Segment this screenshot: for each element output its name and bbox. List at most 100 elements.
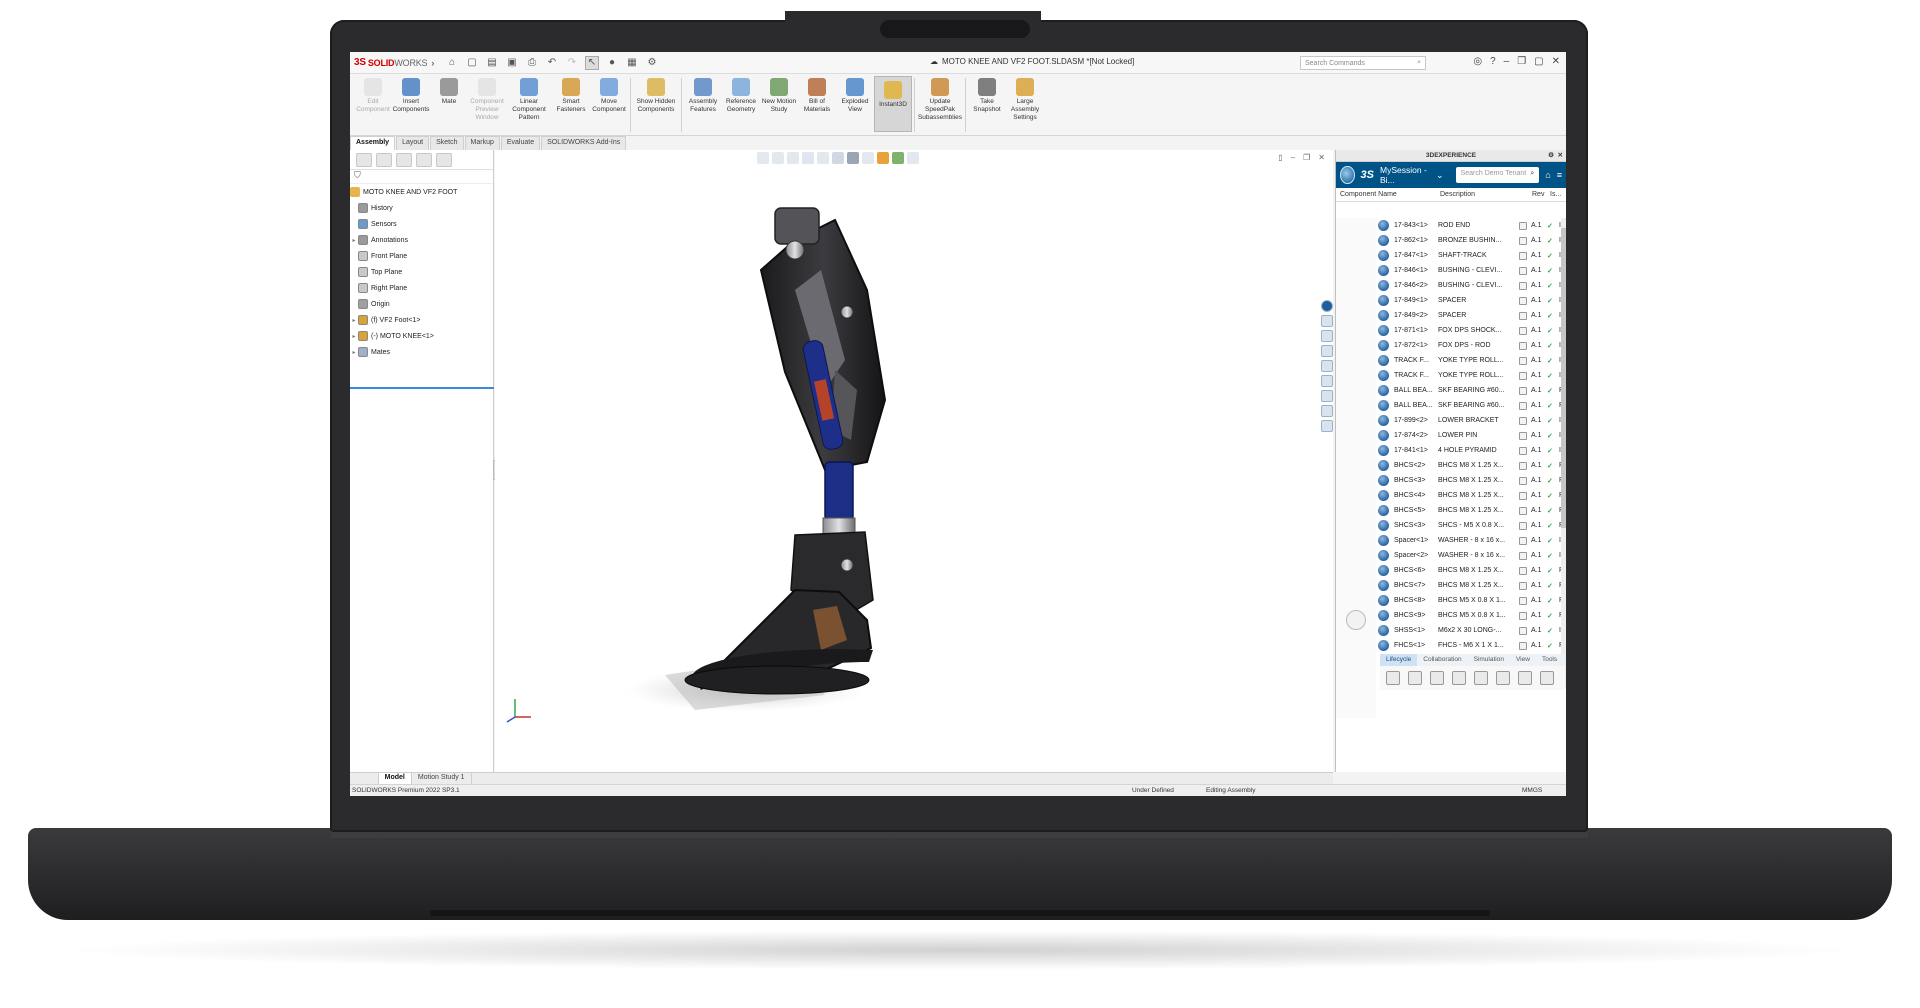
close-icon[interactable]: ✕ <box>1552 56 1560 67</box>
lock-icon[interactable] <box>1519 551 1527 560</box>
move-component-button[interactable]: Move Component <box>590 74 628 114</box>
lock-icon[interactable] <box>1519 356 1527 365</box>
table-row[interactable]: BHCS<7>BHCS M8 X 1.25 X...A.1✓Released <box>1336 578 1566 593</box>
tree-item-top-plane[interactable]: Top Plane <box>350 264 493 280</box>
help-icon[interactable]: ? <box>1490 56 1496 67</box>
table-row[interactable]: 17-862<1>BRONZE BUSHIN...A.1✓In Work <box>1336 233 1566 248</box>
lock-icon[interactable] <box>1519 611 1527 620</box>
tab-simulation[interactable]: Simulation <box>1468 654 1510 666</box>
table-row[interactable]: 17-843<1>ROD ENDA.1✓In Work <box>1336 218 1566 233</box>
lock-icon[interactable] <box>1519 341 1527 350</box>
view-palette-icon[interactable] <box>1321 360 1333 372</box>
file-properties-icon[interactable]: ▦ <box>625 56 639 70</box>
lock-icon[interactable] <box>1519 491 1527 500</box>
tab-collaboration[interactable]: Collaboration <box>1417 654 1467 666</box>
tree-item-origin[interactable]: Origin <box>350 296 493 312</box>
pin-icon[interactable]: ⚙ <box>1548 150 1554 162</box>
lock-icon[interactable] <box>1519 386 1527 395</box>
revise-icon[interactable] <box>1408 671 1422 685</box>
lock-icon[interactable] <box>1519 326 1527 335</box>
table-row[interactable]: 17-871<1>FOX DPS SHOCK...A.1✓In Work <box>1336 323 1566 338</box>
select-pointer-icon[interactable]: ↖ <box>585 55 599 70</box>
home-icon[interactable]: ⌂ <box>445 56 459 70</box>
table-scrollbar[interactable] <box>1561 218 1566 688</box>
tenant-search-input[interactable]: Search Demo Tenant ⌕ <box>1455 167 1540 183</box>
tab-layout[interactable]: Layout <box>396 136 430 150</box>
instant3d-button[interactable]: Instant3D <box>874 76 912 132</box>
table-row[interactable]: 17-841<1>4 HOLE PYRAMIDA.1✓In Work <box>1336 443 1566 458</box>
lock-icon[interactable] <box>1519 536 1527 545</box>
expand-arrow-icon[interactable]: ▸ <box>350 317 358 324</box>
table-row[interactable]: 17-847<1>SHAFT-TRACKA.1✓In Work <box>1336 248 1566 263</box>
print-icon[interactable]: ⎙ <box>525 56 539 70</box>
lock-icon[interactable] <box>1519 581 1527 590</box>
table-row[interactable]: TRACK F...YOKE TYPE ROLL...A.1✓In Work <box>1336 353 1566 368</box>
column-header[interactable]: Component Name <box>1340 191 1397 198</box>
mate-button[interactable]: Mate <box>430 74 468 106</box>
traffic-light-icon[interactable]: ● <box>605 56 619 70</box>
dimxpert-tab-icon[interactable] <box>416 152 432 167</box>
save-icon[interactable]: ▣ <box>505 56 519 70</box>
tab-sketch[interactable]: Sketch <box>430 136 464 150</box>
new-document-icon[interactable]: ▢ <box>465 56 479 70</box>
column-header[interactable]: Is... <box>1550 191 1561 198</box>
custom-properties-icon[interactable] <box>1321 390 1333 402</box>
chevron-down-icon[interactable]: ⌄ <box>1436 170 1444 181</box>
expand-arrow-icon[interactable]: ▸ <box>350 349 358 356</box>
lock-icon[interactable] <box>1519 251 1527 260</box>
restore-icon[interactable]: ❐ <box>1517 56 1526 67</box>
lock-icon[interactable] <box>1519 266 1527 275</box>
lock-icon[interactable] <box>1519 506 1527 515</box>
table-row[interactable]: 17-874<2>LOWER PINA.1✓In Work <box>1336 428 1566 443</box>
3dexperience-tab-icon[interactable] <box>1321 300 1333 312</box>
markup-icon[interactable] <box>1321 420 1333 432</box>
bill-of-materials-button[interactable]: Bill of Materials <box>798 74 836 114</box>
table-row[interactable]: 17-872<1>FOX DPS - RODA.1✓In Work <box>1336 338 1566 353</box>
assembly-features-button[interactable]: Assembly Features <box>684 74 722 114</box>
lock-icon[interactable] <box>1519 446 1527 455</box>
table-row[interactable]: BHCS<5>BHCS M8 X 1.25 X...A.1✓Released <box>1336 503 1566 518</box>
explore-icon[interactable] <box>1430 671 1444 685</box>
lock-icon[interactable] <box>1519 236 1527 245</box>
take-snapshot-button[interactable]: Take Snapshot <box>968 74 1006 114</box>
solidworks-forum-icon[interactable] <box>1321 405 1333 417</box>
prosthetic-leg-model[interactable] <box>495 150 1333 772</box>
column-header[interactable]: Rev <box>1532 191 1544 198</box>
filter-icon[interactable]: ⛉ <box>350 170 493 184</box>
lock-icon[interactable] <box>1519 221 1527 230</box>
configuration-manager-tab-icon[interactable] <box>396 152 412 167</box>
user-icon[interactable]: ◎ <box>1473 56 1482 67</box>
linear-component-pattern-button[interactable]: Linear Component Pattern <box>506 74 552 122</box>
table-row[interactable]: Spacer<2>WASHER - 8 x 16 x...A.1✓In Work <box>1336 548 1566 563</box>
tree-item-front-plane[interactable]: Front Plane <box>350 248 493 264</box>
session-selector[interactable]: MySession - Bi... <box>1380 165 1430 185</box>
branch-icon[interactable] <box>1518 671 1532 685</box>
tree-item-moto-knee-1[interactable]: ▸ (-) MOTO KNEE<1> <box>350 328 493 344</box>
insert-components-button[interactable]: Insert Components <box>392 74 430 114</box>
tab-tools[interactable]: Tools <box>1536 654 1563 666</box>
appearances-icon[interactable] <box>1321 375 1333 387</box>
smart-fasteners-button[interactable]: Smart Fasteners <box>552 74 590 114</box>
table-row[interactable]: 17-899<2>LOWER BRACKETA.1✓In Work <box>1336 413 1566 428</box>
tree-item-right-plane[interactable]: Right Plane <box>350 280 493 296</box>
compass-icon[interactable] <box>1340 166 1355 184</box>
tab-3d-views[interactable] <box>352 773 379 784</box>
tree-item-sensors[interactable]: Sensors <box>350 216 493 232</box>
reference-geometry-button[interactable]: Reference Geometry <box>722 74 760 114</box>
table-row[interactable]: SHSS<1>M6x2 X 30 LONG-...A.1✓In Work <box>1336 623 1566 638</box>
lock-icon[interactable] <box>1519 416 1527 425</box>
panel-close-icon[interactable]: ✕ <box>1558 150 1563 162</box>
lock-icon[interactable] <box>1519 431 1527 440</box>
lock-icon[interactable] <box>1519 626 1527 635</box>
table-row[interactable]: 17-846<1>BUSHING - CLEVI...A.1✓In Work <box>1336 263 1566 278</box>
tab-motion-study[interactable]: Motion Study 1 <box>412 773 472 784</box>
component-preview-window-button[interactable]: Component Preview Window <box>468 74 506 122</box>
tree-item-f-vf2-foot-1[interactable]: ▸ (f) VF2 Foot<1> <box>350 312 493 328</box>
tab-lifecycle[interactable]: Lifecycle <box>1380 654 1418 666</box>
table-row[interactable]: BHCS<8>BHCS M5 X 0.8 X 1...A.1✓Released <box>1336 593 1566 608</box>
update-speedpak-subassemblies-button[interactable]: Update SpeedPak Subassemblies <box>917 74 963 122</box>
feature-manager-tab-icon[interactable] <box>356 152 372 167</box>
solidworks-logo[interactable]: 3S SOLID WORKS › <box>350 57 442 68</box>
lifecycle-manage-icon[interactable] <box>1386 671 1400 685</box>
tag-icon[interactable]: ⌂ <box>1545 170 1550 180</box>
